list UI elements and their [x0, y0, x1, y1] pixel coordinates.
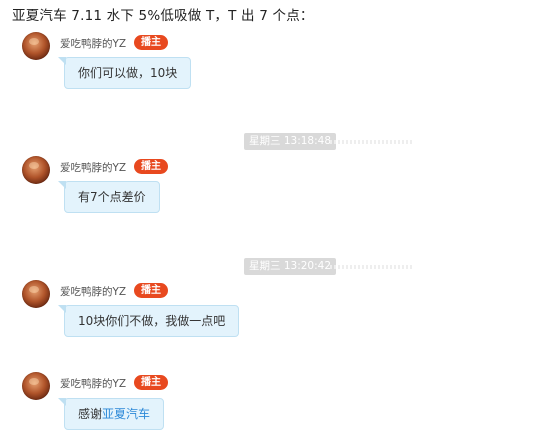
avatar[interactable] — [22, 372, 50, 400]
avatar[interactable] — [22, 280, 50, 308]
username[interactable]: 爱吃鸭脖的YZ — [60, 160, 126, 175]
host-badge: 播主 — [134, 375, 168, 390]
timestamp: 星期三 13:20:42 — [244, 258, 336, 275]
host-badge: 播主 — [134, 283, 168, 298]
headline: 亚夏汽车 7.11 水下 5%低吸做 T，T 出 7 个点： — [12, 8, 314, 24]
message-text: 感谢 — [78, 407, 103, 421]
username[interactable]: 爱吃鸭脖的YZ — [60, 376, 126, 391]
stock-link[interactable]: 亚夏汽车 — [102, 407, 150, 421]
username[interactable]: 爱吃鸭脖的YZ — [60, 284, 126, 299]
message-bubble: 有7个点差价 — [58, 181, 160, 213]
host-badge: 播主 — [134, 35, 168, 50]
message-bubble: 10块你们不做，我做一点吧 — [57, 305, 240, 337]
host-badge: 播主 — [134, 159, 168, 174]
avatar[interactable] — [22, 156, 50, 184]
message-bubble: 感谢亚夏汽车 — [57, 398, 165, 430]
divider — [330, 140, 412, 144]
timestamp: 星期三 13:18:48 — [244, 133, 336, 150]
avatar[interactable] — [22, 32, 50, 60]
message-bubble: 你们可以做，10块 — [57, 57, 192, 89]
divider — [330, 265, 412, 269]
username[interactable]: 爱吃鸭脖的YZ — [60, 36, 126, 51]
